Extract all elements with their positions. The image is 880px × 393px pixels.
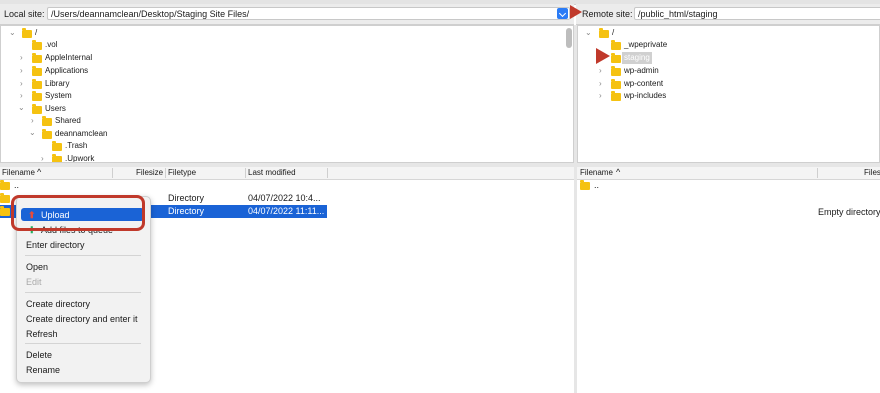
local-tree-item[interactable]: .vol — [45, 39, 57, 51]
folder-icon — [32, 91, 42, 101]
sort-ascending-icon[interactable]: ^ — [616, 167, 620, 177]
folder-icon — [599, 28, 609, 38]
file-type: Directory — [168, 193, 205, 203]
sort-ascending-icon[interactable]: ^ — [37, 167, 41, 177]
chevron-down-icon[interactable]: ⌄ — [18, 102, 25, 114]
annotation-highlight — [11, 195, 145, 231]
menu-item-enter-directory[interactable]: Enter directory — [26, 239, 85, 251]
local-tree-scrollbar[interactable] — [566, 28, 572, 48]
menu-separator — [25, 343, 141, 344]
file-name: .. — [14, 180, 20, 190]
folder-icon — [42, 129, 52, 139]
chevron-right-icon[interactable]: › — [599, 78, 602, 90]
column-filename[interactable]: Filename — [2, 168, 35, 178]
column-divider[interactable] — [327, 168, 328, 178]
chevron-right-icon[interactable]: › — [41, 153, 44, 162]
remote-file-list[interactable]: Filename ^ Files .. Empty directory — [577, 167, 880, 393]
column-filename[interactable]: Filename — [580, 168, 613, 178]
local-tree-item[interactable]: Library — [45, 78, 69, 90]
remote-tree-item[interactable]: / — [612, 27, 614, 39]
local-tree-item[interactable]: AppleInternal — [45, 52, 92, 64]
folder-icon — [32, 79, 42, 89]
file-name: .. — [594, 180, 600, 190]
local-directory-tree[interactable]: ⌄ / .vol › AppleInternal › Applications … — [0, 25, 574, 163]
column-last-modified[interactable]: Last modified — [248, 168, 296, 178]
menu-separator — [25, 292, 141, 293]
local-path-dropdown-icon[interactable] — [557, 8, 568, 19]
menu-item-delete[interactable]: Delete — [26, 349, 52, 361]
chevron-right-icon[interactable]: › — [20, 65, 23, 77]
remote-site-bar: Remote site: /public_html/staging — [576, 4, 880, 25]
folder-icon — [611, 79, 621, 89]
folder-icon — [0, 180, 10, 190]
empty-directory-text: Empty directory — [818, 207, 880, 217]
local-tree-item[interactable]: / — [35, 27, 37, 39]
remote-path-input[interactable]: /public_html/staging — [634, 7, 880, 20]
folder-icon — [42, 116, 52, 126]
remote-site-label: Remote site: — [582, 9, 633, 19]
chevron-down-icon[interactable]: ⌄ — [585, 27, 592, 39]
folder-icon — [52, 141, 62, 151]
menu-separator — [25, 255, 141, 256]
annotation-arrow-icon — [596, 48, 610, 64]
menu-item-refresh[interactable]: Refresh — [26, 328, 58, 340]
remote-tree-item-selected[interactable]: staging — [622, 52, 652, 64]
column-divider[interactable] — [817, 168, 818, 178]
column-divider[interactable] — [165, 168, 166, 178]
folder-icon — [22, 28, 32, 38]
annotation-arrow-icon — [570, 5, 582, 19]
chevron-right-icon[interactable]: › — [20, 78, 23, 90]
column-filesize[interactable]: Filesize — [136, 168, 163, 178]
remote-tree-item[interactable]: wp-includes — [624, 90, 666, 102]
folder-icon — [611, 91, 621, 101]
menu-item-create-directory[interactable]: Create directory — [26, 298, 90, 310]
menu-item-create-directory-enter[interactable]: Create directory and enter it — [26, 313, 138, 325]
folder-icon — [52, 154, 62, 162]
local-tree-item[interactable]: Shared — [55, 115, 81, 127]
table-row[interactable]: .. — [577, 179, 880, 192]
local-path-input[interactable]: /Users/deannamclean/Desktop/Staging Site… — [47, 7, 570, 20]
file-modified: 04/07/2022 10:4... — [248, 193, 321, 203]
file-modified: 04/07/2022 11:11... — [248, 206, 325, 216]
chevron-right-icon[interactable]: › — [20, 90, 23, 102]
local-tree-item[interactable]: System — [45, 90, 72, 102]
remote-tree-item[interactable]: wp-admin — [624, 65, 659, 77]
chevron-right-icon[interactable]: › — [599, 65, 602, 77]
column-filesize[interactable]: Files — [864, 168, 880, 178]
column-filetype[interactable]: Filetype — [168, 168, 196, 178]
folder-icon — [32, 104, 42, 114]
remote-tree-item[interactable]: wp-content — [624, 78, 663, 90]
folder-icon — [32, 53, 42, 63]
menu-item-edit: Edit — [26, 277, 42, 287]
local-tree-item[interactable]: deannamclean — [55, 128, 107, 140]
folder-icon — [0, 206, 10, 216]
menu-item-rename[interactable]: Rename — [26, 364, 60, 376]
folder-icon — [32, 66, 42, 76]
folder-icon — [580, 180, 590, 190]
local-tree-item[interactable]: .Trash — [65, 140, 87, 152]
folder-icon — [611, 40, 621, 50]
local-site-label: Local site: — [4, 9, 45, 19]
local-tree-item[interactable]: .Upwork — [65, 153, 94, 162]
remote-directory-tree[interactable]: ⌄ / _wpeprivate staging › wp-admin › wp-… — [577, 25, 880, 163]
column-divider[interactable] — [245, 168, 246, 178]
chevron-down-icon[interactable]: ⌄ — [9, 27, 16, 39]
column-divider[interactable] — [112, 168, 113, 178]
chevron-right-icon[interactable]: › — [599, 90, 602, 102]
file-type: Directory — [168, 206, 205, 216]
chevron-right-icon[interactable]: › — [31, 115, 34, 127]
folder-icon — [32, 40, 42, 50]
folder-icon — [611, 66, 621, 76]
local-tree-item[interactable]: Applications — [45, 65, 88, 77]
table-row[interactable]: .. — [0, 179, 327, 192]
local-site-bar: Local site: /Users/deannamclean/Desktop/… — [0, 4, 574, 25]
remote-tree-item[interactable]: _wpeprivate — [624, 39, 667, 51]
menu-item-open[interactable]: Open — [26, 261, 48, 273]
folder-icon — [611, 53, 621, 63]
chevron-right-icon[interactable]: › — [20, 52, 23, 64]
local-tree-item[interactable]: Users — [45, 103, 66, 115]
chevron-down-icon[interactable]: ⌄ — [29, 127, 36, 139]
folder-icon — [0, 193, 10, 203]
